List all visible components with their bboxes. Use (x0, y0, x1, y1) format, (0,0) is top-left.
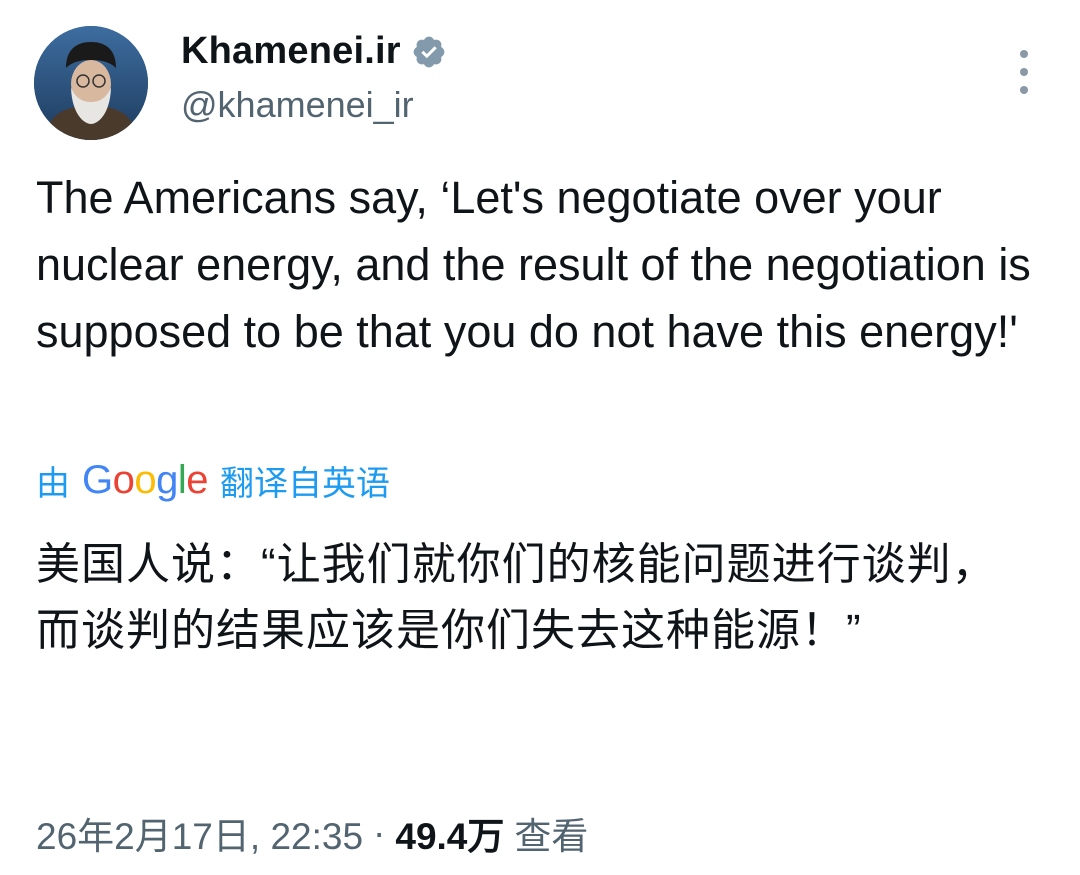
tweet-card: Khamenei.ir @khamenei_ir The Americans s… (0, 0, 1080, 875)
translated-tweet-text: 美国人说：“让我们就你们的核能问题进行谈判，而谈判的结果应该是你们失去这种能源！… (36, 540, 997, 655)
views-count: 49.4万 (395, 816, 505, 857)
profile-photo (34, 26, 148, 140)
verified-badge-icon (411, 34, 447, 70)
author-name-row[interactable]: Khamenei.ir (181, 30, 447, 73)
timestamp[interactable]: 26年2月17日, 22:35 (36, 806, 363, 860)
more-dot (1020, 50, 1028, 58)
tweet-meta: 26年2月17日, 22:35 · 49.4万 查看 (36, 806, 588, 860)
avatar[interactable] (34, 26, 148, 140)
meta-separator: · (373, 812, 386, 853)
more-vertical-icon[interactable] (1010, 50, 1038, 94)
author-handle[interactable]: @khamenei_ir (181, 84, 414, 126)
translation-attribution[interactable]: 由 Google 翻译自英语 (36, 456, 390, 505)
more-dot (1020, 86, 1028, 94)
translate-suffix: 翻译自英语 (220, 465, 391, 503)
google-logo: Google (82, 458, 209, 502)
tweet-text: The Americans say, ‘Let's negotiate over… (36, 172, 1031, 357)
more-dot (1020, 68, 1028, 76)
translate-prefix: 由 (36, 465, 70, 503)
display-name[interactable]: Khamenei.ir (181, 30, 401, 73)
views-label: 查看 (514, 816, 589, 857)
